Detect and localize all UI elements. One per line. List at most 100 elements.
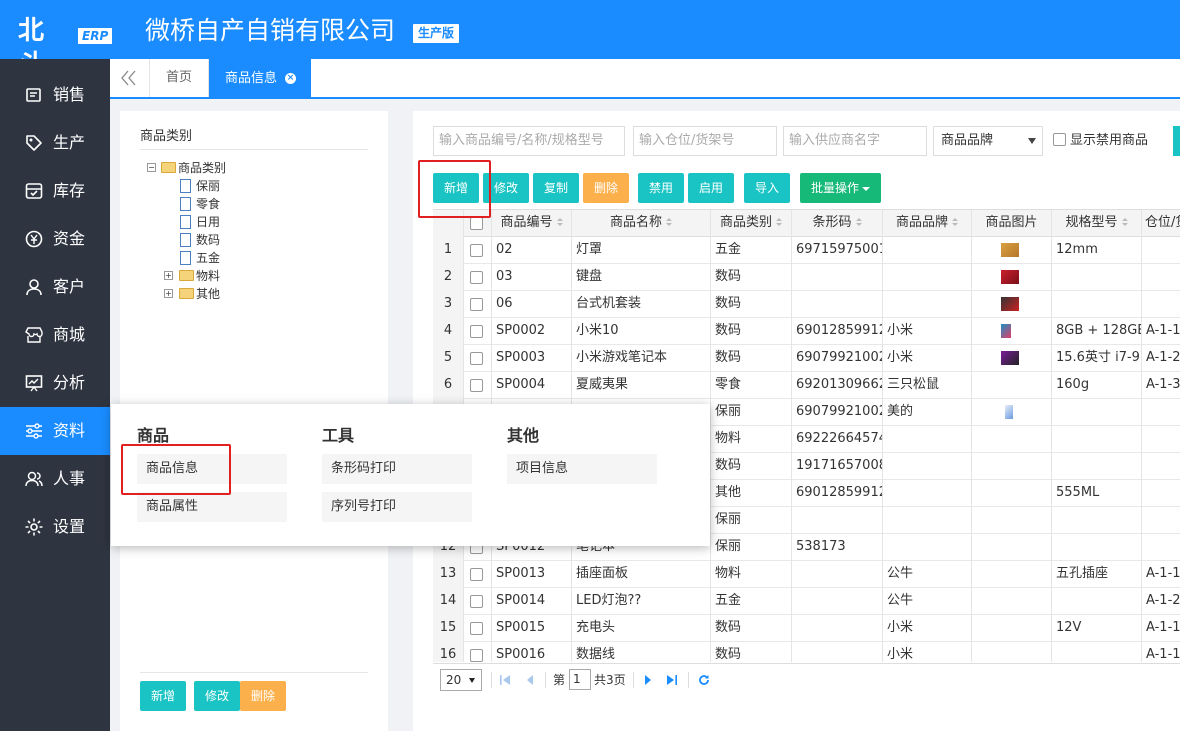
column-header-category[interactable]: 商品类别 xyxy=(711,210,792,237)
delete-button[interactable]: 删除 xyxy=(583,173,629,203)
row-checkbox[interactable] xyxy=(470,622,483,635)
table-row[interactable]: 5 SP0003小米游戏笔记本数码690799210027小米 15.6英寸 i7-… xyxy=(433,345,1180,372)
sidebar-item-hr[interactable]: 人事 xyxy=(0,455,110,503)
close-icon[interactable]: × xyxy=(285,73,296,84)
table-row[interactable]: 4 SP0002小米10数码690128599121小米 8GB + 128GBA-… xyxy=(433,318,1180,345)
table-row[interactable]: 13 SP0013 插座面板 物料 公牛 五孔插座 A-1-1 xyxy=(433,561,1180,588)
row-checkbox[interactable] xyxy=(470,271,483,284)
table-cell-loc xyxy=(1142,534,1180,561)
table-row[interactable]: 15 SP0015 充电头 数码 小米 12V A-1-1 xyxy=(433,615,1180,642)
table-row[interactable]: 1 02灯罩五金697159750011 12mm xyxy=(433,237,1180,264)
row-number: 16 xyxy=(433,642,464,662)
edition-badge: 生产版 xyxy=(413,24,460,43)
row-checkbox[interactable] xyxy=(470,595,483,608)
row-checkbox[interactable] xyxy=(470,649,483,662)
table-cell-spec: 8GB + 128GB xyxy=(1052,318,1142,345)
sidebar-item-settings[interactable]: 设置 xyxy=(0,503,110,551)
sidebar-item-analysis[interactable]: 分析 xyxy=(0,359,110,407)
tree-item[interactable]: 零食 xyxy=(180,195,300,213)
row-checkbox[interactable] xyxy=(470,352,483,365)
row-checkbox[interactable] xyxy=(470,568,483,581)
table-row[interactable]: 3 06 台式机套装 数码 xyxy=(433,291,1180,318)
location-search-input[interactable]: 输入仓位/货架号 xyxy=(633,126,777,156)
row-checkbox[interactable] xyxy=(470,298,483,311)
product-thumbnail[interactable] xyxy=(1001,324,1011,338)
sidebar-item-inventory[interactable]: 库存 xyxy=(0,167,110,215)
category-edit-button[interactable]: 修改 xyxy=(194,681,240,711)
show-disabled-checkbox[interactable] xyxy=(1053,133,1066,146)
company-name: 微桥自产自销有限公司 xyxy=(145,16,396,45)
product-search-input[interactable]: 输入商品编号/名称/规格型号 xyxy=(433,126,625,156)
table-cell-barcode: 690799210027 xyxy=(792,345,883,372)
product-thumbnail[interactable] xyxy=(1001,270,1019,284)
product-thumbnail[interactable] xyxy=(1005,405,1013,419)
menu-item-project-info[interactable]: 项目信息 xyxy=(507,454,657,484)
table-cell-cat: 数码 xyxy=(711,453,792,480)
column-header-spec[interactable]: 规格型号 xyxy=(1052,210,1142,237)
menu-item-barcode-print[interactable]: 条形码打印 xyxy=(322,454,472,484)
product-thumbnail[interactable] xyxy=(1001,297,1019,311)
tree-folder[interactable]: + 物料 xyxy=(164,267,304,285)
column-header-code[interactable]: 商品编号 xyxy=(492,210,572,237)
import-button[interactable]: 导入 xyxy=(744,173,790,203)
column-header-barcode[interactable]: 条形码 xyxy=(792,210,883,237)
row-checkbox[interactable] xyxy=(470,244,483,257)
table-row[interactable]: 16 SP0016 数据线 数码 小米 A-1-1 xyxy=(433,642,1180,662)
sidebar-item-production[interactable]: 生产 xyxy=(0,119,110,167)
tree-folder[interactable]: + 其他 xyxy=(164,285,304,303)
brand-select[interactable]: 商品品牌 xyxy=(933,126,1043,156)
batch-actions-button[interactable]: 批量操作 xyxy=(800,173,881,203)
collapse-sidebar-button[interactable] xyxy=(110,59,150,97)
table-cell-code: SP0004 xyxy=(492,372,572,399)
table-row[interactable]: 2 03 键盘 数码 xyxy=(433,264,1180,291)
table-cell-spec xyxy=(1052,534,1142,561)
row-checkbox[interactable] xyxy=(470,325,483,338)
last-page-icon[interactable] xyxy=(667,675,677,685)
table-row[interactable]: 6 SP0004夏威夷果零食692013096628三只松鼠 160gA-1-3 xyxy=(433,372,1180,399)
sidebar-item-label: 人事 xyxy=(53,469,86,488)
row-checkbox[interactable] xyxy=(470,379,483,392)
product-thumbnail[interactable] xyxy=(1001,243,1019,257)
expand-icon[interactable]: + xyxy=(164,271,173,280)
sidebar-item-customer[interactable]: 客户 xyxy=(0,263,110,311)
chart-icon xyxy=(25,375,43,392)
tree-item[interactable]: 五金 xyxy=(180,249,300,267)
tree-root[interactable]: − 商品类别 xyxy=(147,159,347,177)
table-row[interactable]: 14 SP0014 LED灯泡?? 五金 公牛 A-1-2 xyxy=(433,588,1180,615)
copy-button[interactable]: 复制 xyxy=(533,173,579,203)
page-number-input[interactable]: 1 xyxy=(569,669,591,690)
product-thumbnail[interactable] xyxy=(1001,351,1019,365)
refresh-icon[interactable] xyxy=(698,674,710,686)
enable-button[interactable]: 启用 xyxy=(688,173,734,203)
select-all-checkbox[interactable] xyxy=(470,217,483,230)
sidebar-item-funds[interactable]: 资金 xyxy=(0,215,110,263)
menu-item-serial-print[interactable]: 序列号打印 xyxy=(322,492,472,522)
column-header-brand[interactable]: 商品品牌 xyxy=(883,210,972,237)
tree-item[interactable]: 日用 xyxy=(180,213,300,231)
tab-product-info[interactable]: 商品信息 × xyxy=(209,59,311,99)
sidebar-item-data[interactable]: 资料 xyxy=(0,407,110,455)
tab-home[interactable]: 首页 xyxy=(150,59,209,97)
column-header-location[interactable]: 仓位/货 xyxy=(1142,210,1180,237)
column-header-image[interactable]: 商品图片 xyxy=(972,210,1052,237)
page-size-select[interactable]: 20 xyxy=(440,669,482,691)
supplier-search-input[interactable]: 输入供应商名字 xyxy=(783,126,927,156)
tree-item[interactable]: 数码 xyxy=(180,231,300,249)
next-page-icon[interactable] xyxy=(643,675,653,685)
sidebar-item-sales[interactable]: 销售 xyxy=(0,71,110,119)
folder-icon xyxy=(179,288,194,299)
column-header-name[interactable]: 商品名称 xyxy=(572,210,711,237)
table-cell-name: 数据线 xyxy=(572,642,711,662)
collapse-icon[interactable]: − xyxy=(147,163,156,172)
category-delete-button[interactable]: 删除 xyxy=(240,681,286,711)
tree-node-label: 五金 xyxy=(196,251,221,265)
disable-button[interactable]: 禁用 xyxy=(638,173,684,203)
sidebar-item-shop[interactable]: 商城 xyxy=(0,311,110,359)
prev-page-icon[interactable] xyxy=(525,675,535,685)
first-page-icon[interactable] xyxy=(500,675,510,685)
menu-item-product-attributes[interactable]: 商品属性 xyxy=(137,492,287,522)
tree-item[interactable]: 保丽 xyxy=(180,177,300,195)
expand-icon[interactable]: + xyxy=(164,289,173,298)
search-button[interactable] xyxy=(1173,126,1180,156)
category-add-button[interactable]: 新增 xyxy=(140,681,186,711)
